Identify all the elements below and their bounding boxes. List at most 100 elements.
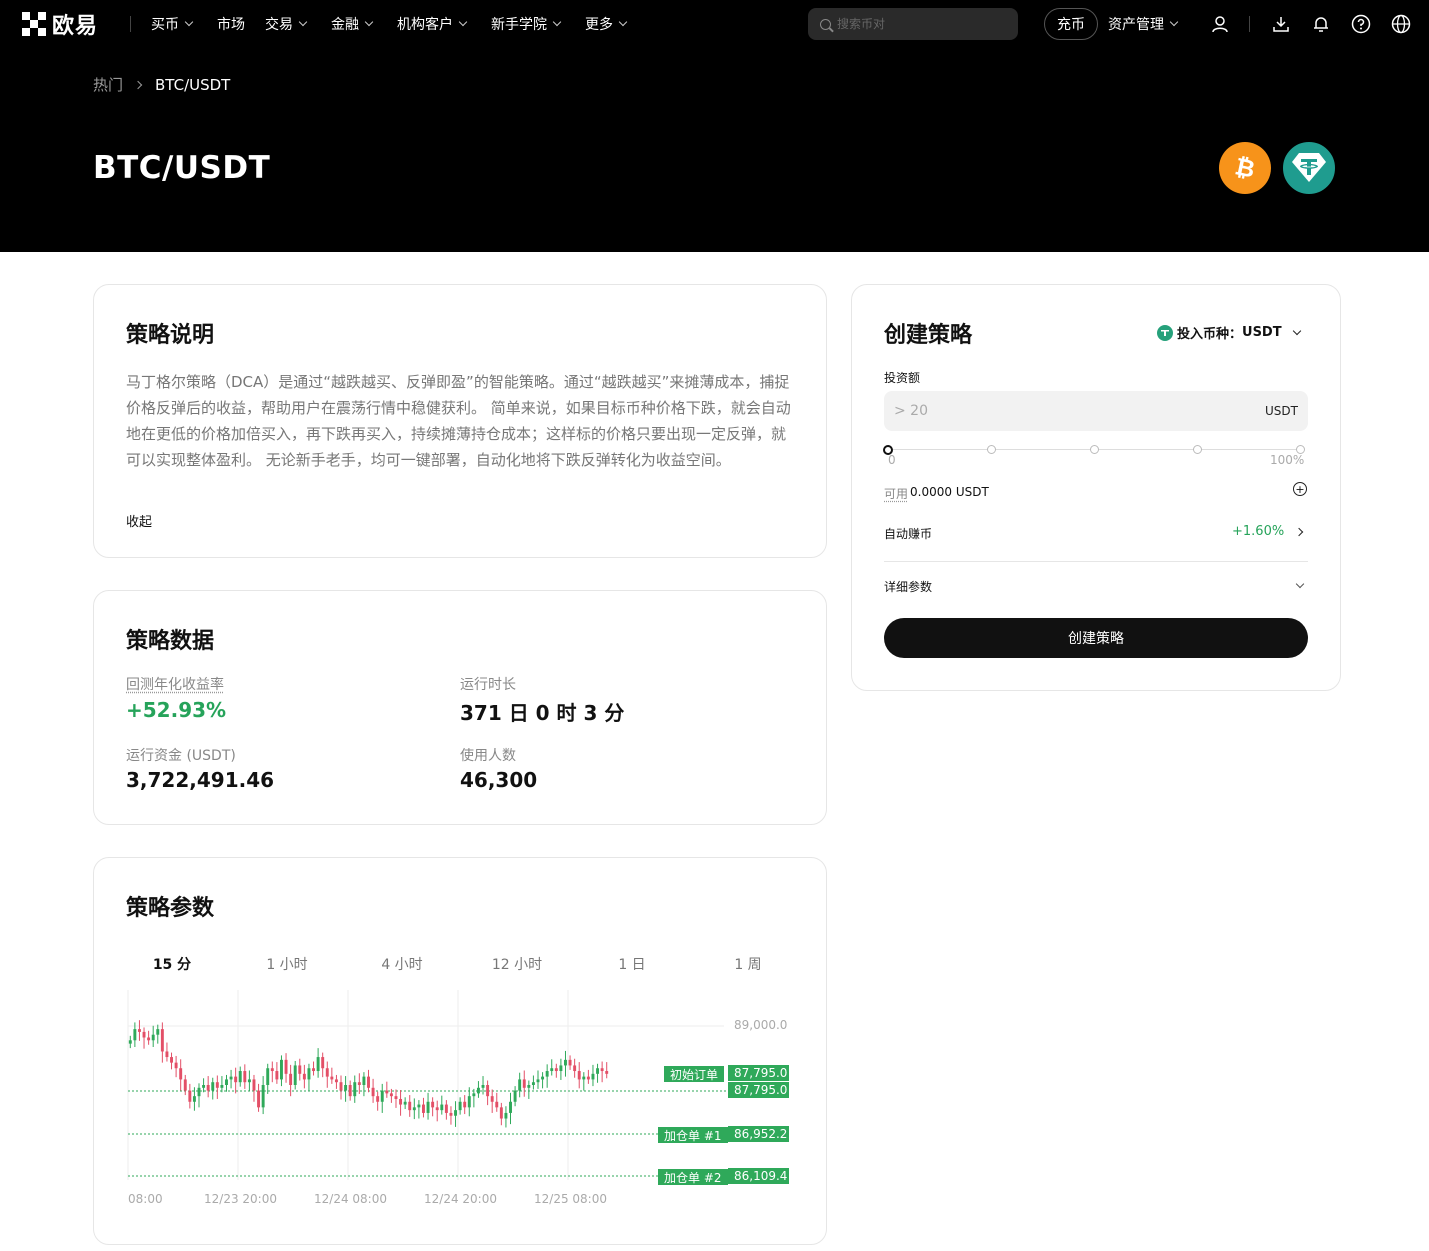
- candle-body: [600, 1068, 604, 1072]
- available-value: 0.0000 USDT: [910, 485, 989, 499]
- candle-body: [156, 1029, 160, 1035]
- chevron-right-icon: [1294, 527, 1304, 536]
- nav-academy[interactable]: 新手学院: [491, 14, 562, 34]
- search-box[interactable]: [808, 8, 1018, 40]
- candle-body: [147, 1037, 151, 1041]
- asset-management-menu[interactable]: 资产管理: [1108, 14, 1179, 34]
- logo[interactable]: 欧易: [22, 11, 106, 39]
- candle-body: [476, 1087, 480, 1094]
- candle-body: [307, 1068, 311, 1080]
- page-title: BTC/USDT: [93, 150, 271, 186]
- candle-body: [513, 1090, 517, 1102]
- candle-body: [312, 1068, 315, 1072]
- candle-body: [412, 1107, 416, 1111]
- amount-slider[interactable]: [883, 445, 1305, 455]
- auto-earn-link[interactable]: +1.60%: [1232, 524, 1304, 539]
- initial-order-price: 87,795.0: [728, 1065, 789, 1081]
- candle-body: [454, 1110, 458, 1116]
- download-icon[interactable]: [1269, 12, 1293, 36]
- candle-body: [238, 1071, 242, 1083]
- candle-body: [137, 1029, 141, 1032]
- candle-body: [559, 1065, 563, 1072]
- investment-amount-field[interactable]: USDT: [884, 391, 1308, 431]
- x-axis-tick: 08:00: [128, 1192, 163, 1206]
- running-funds-value: 3,722,491.46: [126, 768, 275, 792]
- price-chart[interactable]: 89,000.0 08:00 12/23 20:00 12/24 08:00 1…: [94, 858, 825, 1245]
- candle-body: [220, 1085, 224, 1088]
- candle-body: [298, 1065, 302, 1074]
- candle-body: [206, 1085, 210, 1091]
- candle-body: [270, 1068, 274, 1072]
- candle-body: [380, 1090, 384, 1102]
- candle-body: [284, 1059, 288, 1074]
- details-label[interactable]: 详细参数: [884, 578, 932, 595]
- candle-body: [518, 1079, 522, 1091]
- candle-body: [293, 1065, 297, 1085]
- add-funds-icon[interactable]: +: [1293, 482, 1307, 496]
- slider-step[interactable]: [1090, 445, 1099, 454]
- currency-selector[interactable]: 投入币种： USDT: [1157, 323, 1301, 342]
- candle-body: [554, 1068, 558, 1072]
- bell-icon[interactable]: [1309, 12, 1333, 36]
- runtime-value: 371 日 0 时 3 分: [460, 701, 625, 725]
- available-label[interactable]: 可用: [884, 485, 908, 502]
- candle-body: [344, 1085, 348, 1091]
- candle-body: [449, 1112, 453, 1116]
- auto-earn-rate: +1.60%: [1232, 524, 1285, 539]
- globe-icon[interactable]: [1389, 12, 1413, 36]
- nav-market[interactable]: 市场: [217, 14, 245, 34]
- breadcrumb-parent[interactable]: 热门: [93, 74, 123, 95]
- nav-buy-crypto[interactable]: 买币: [151, 14, 194, 34]
- annual-yield-label[interactable]: 回测年化收益率: [126, 674, 224, 694]
- candle-body: [431, 1101, 435, 1108]
- slider-step[interactable]: [1193, 445, 1202, 454]
- users-value: 46,300: [460, 768, 538, 792]
- candle-body: [504, 1112, 508, 1119]
- tether-icon: [1281, 140, 1337, 196]
- svg-text:₿: ₿: [1233, 153, 1258, 183]
- strategy-description-text: 马丁格尔策略（DCA）是通过“越跌越买、反弹即盈”的智能策略。通过“越跌越买”来…: [126, 373, 791, 469]
- running-funds-label: 运行资金 (USDT): [126, 748, 236, 764]
- x-axis-tick: 12/25 08:00: [534, 1192, 607, 1206]
- deposit-button[interactable]: 充币: [1044, 8, 1098, 40]
- help-icon[interactable]: [1349, 12, 1373, 36]
- nav-finance[interactable]: 金融: [331, 14, 374, 34]
- user-icon[interactable]: [1208, 12, 1232, 36]
- nav-more[interactable]: 更多: [585, 14, 628, 34]
- candle-body: [243, 1071, 247, 1083]
- create-strategy-card: 创建策略 投入币种： USDT 投资额 USDT 0 100% 可用 0.000…: [851, 284, 1341, 691]
- nav-institutional[interactable]: 机构客户: [397, 14, 468, 34]
- add-order-1-label: 加仓单 #1: [658, 1127, 728, 1143]
- candle-body: [550, 1068, 554, 1072]
- candle-body: [417, 1104, 421, 1108]
- add-order-2-label: 加仓单 #2: [658, 1169, 728, 1185]
- candle-body: [229, 1076, 233, 1080]
- slider-step[interactable]: [987, 445, 996, 454]
- slider-min-label: 0: [888, 453, 896, 467]
- search-input[interactable]: [837, 17, 997, 31]
- candle-body: [257, 1090, 261, 1108]
- candle-body: [357, 1082, 361, 1085]
- y-axis-tick: 89,000.0: [734, 1018, 788, 1032]
- candle-body: [545, 1071, 549, 1077]
- strategy-description-card: 策略说明 马丁格尔策略（DCA）是通过“越跌越买、反弹即盈”的智能策略。通过“越…: [93, 284, 827, 558]
- candle-body: [499, 1107, 503, 1119]
- currency-label: 投入币种：: [1177, 327, 1243, 342]
- runtime-label: 运行时长: [460, 677, 516, 693]
- nav-trade[interactable]: 交易: [265, 14, 308, 34]
- strategy-params-card: 策略参数 15 分 1 小时 4 小时 12 小时 1 日 1 周 89,000…: [93, 857, 827, 1245]
- candle-body: [142, 1031, 146, 1038]
- candle-body: [376, 1096, 380, 1102]
- candle-body: [527, 1085, 531, 1088]
- add-order-2-price: 86,109.4: [728, 1168, 789, 1184]
- breadcrumb-current: BTC/USDT: [155, 75, 231, 94]
- candle-body: [170, 1057, 173, 1063]
- chevron-down-icon: [1292, 326, 1301, 335]
- candle-body: [192, 1096, 196, 1102]
- search-icon: [820, 18, 831, 30]
- investment-amount-input[interactable]: [894, 403, 1194, 419]
- create-strategy-button[interactable]: 创建策略: [884, 618, 1308, 658]
- collapse-link[interactable]: 收起: [126, 511, 152, 530]
- chevron-down-icon[interactable]: [1295, 579, 1305, 589]
- candle-body: [444, 1104, 448, 1113]
